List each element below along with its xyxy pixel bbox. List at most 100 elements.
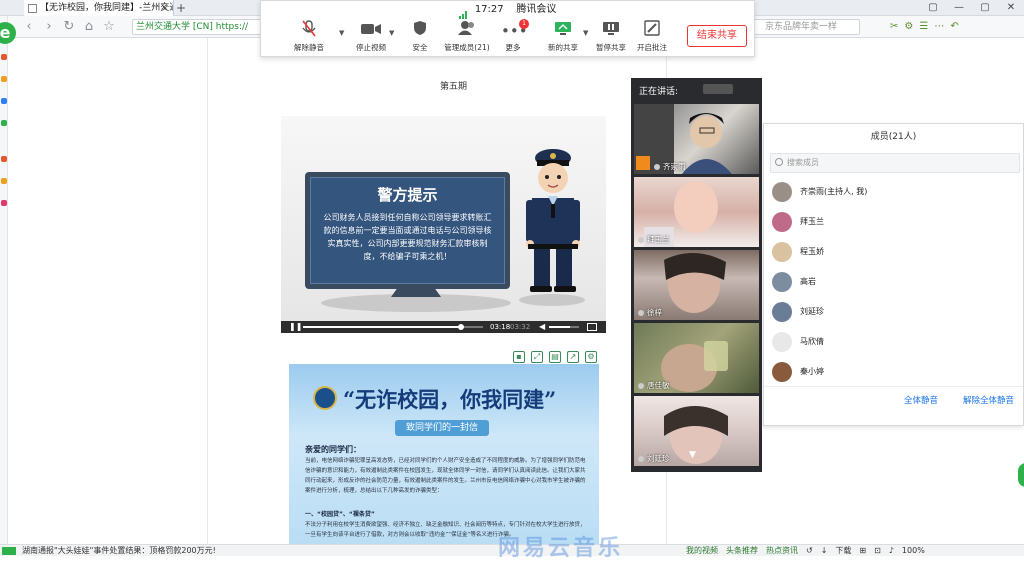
window-maximize-icon[interactable]: ▢ (972, 0, 998, 16)
download-icon[interactable]: ↓ (821, 545, 828, 557)
zoom-level[interactable]: 100% (902, 545, 925, 557)
tab-close-icon[interactable]: × (160, 0, 168, 16)
avatar (772, 362, 792, 382)
annotate-icon (635, 20, 669, 42)
mute-all-button[interactable]: 全体静音 (904, 394, 938, 406)
app-icon[interactable] (1, 120, 7, 126)
progress-slider[interactable] (303, 324, 483, 330)
grid-icon[interactable]: ⊞ (859, 545, 866, 557)
window-controls: ▢ — ▢ ✕ (920, 0, 1024, 16)
progress-knob[interactable] (458, 324, 465, 330)
hot-news-link[interactable]: 热点资讯 (766, 545, 798, 557)
download-link[interactable]: 下载 (835, 545, 851, 557)
video-text: 公司财务人员接到任何自称公司领导要求转账汇款的信息前一定要当面或通过电话与公司领… (323, 213, 492, 261)
volume-icon[interactable]: ◀ (539, 322, 545, 332)
manage-members-label: 管理成员(21) (444, 43, 490, 52)
refresh-icon[interactable]: ↺ (806, 545, 813, 557)
floating-widget[interactable] (1018, 463, 1024, 487)
search-field[interactable]: 京东品牌年卖一样 (750, 19, 860, 35)
fullscreen-icon[interactable] (587, 323, 597, 331)
total-time: 03:32 (510, 323, 531, 331)
participant-name: 徐梓 (638, 307, 662, 318)
more-icon[interactable]: ⋯ (934, 19, 944, 35)
bookmark-icon[interactable]: ▪ (513, 351, 525, 363)
pause-share-button[interactable]: 暂停共享 (594, 20, 628, 56)
app-icon[interactable] (1, 156, 7, 162)
menu-icon[interactable]: ☰ (919, 19, 928, 35)
meeting-header: 17:27 腾讯会议 (261, 1, 754, 19)
app-icon[interactable] (1, 76, 7, 82)
participant-video-panel: 正在讲话: 齐崇雨 拜玉兰 徐梓 唐佳敏 刘延珍 ▼ (631, 78, 762, 472)
member-search-input[interactable]: 搜索成员 (770, 153, 1020, 173)
chevron-down-icon[interactable]: ▼ (583, 29, 588, 37)
avatar (772, 182, 792, 202)
undo-icon[interactable]: ↶ (950, 19, 958, 35)
scissors-icon[interactable]: ✂ (890, 19, 898, 35)
participant-name: 唐佳敏 (638, 380, 670, 391)
settings-icon[interactable]: ⚙ (585, 351, 597, 363)
url-field[interactable]: 兰州交通大学 [CN] https:// (132, 19, 262, 35)
browser-logo[interactable]: e (0, 22, 16, 44)
scroll-down-icon[interactable]: ▼ (689, 450, 696, 460)
member-row[interactable]: 刘延珍 (772, 302, 1012, 324)
participant-video[interactable]: 徐梓 (634, 250, 759, 320)
member-name: 拜玉兰 (800, 217, 824, 226)
stop-video-button[interactable]: 停止视频 (351, 20, 391, 56)
member-row[interactable]: 马欣倩 (772, 332, 1012, 354)
annotate-button[interactable]: 开启批注 (635, 20, 669, 56)
manage-members-button[interactable]: 管理成员(21) (444, 20, 490, 56)
stop-video-label: 停止视频 (356, 43, 386, 52)
mic-icon (654, 164, 660, 170)
app-icon[interactable] (1, 200, 7, 206)
mic-icon (638, 456, 644, 462)
app-icon[interactable] (1, 98, 7, 104)
news-ticker[interactable]: 湖南通报"大头娃娃"事件处置结果：顶格罚款200万元! (22, 545, 216, 557)
my-video-link[interactable]: 我的视频 (686, 545, 718, 557)
member-row[interactable]: 程玉娇 (772, 242, 1012, 264)
app-icon[interactable] (1, 54, 7, 60)
participant-video[interactable]: 唐佳敏 (634, 323, 759, 393)
member-name: 马欣倩 (800, 337, 824, 346)
end-share-button[interactable]: 结束共享 (687, 25, 747, 47)
divider (764, 386, 1023, 387)
window-minimize-icon[interactable]: — (946, 0, 972, 16)
unmute-all-button[interactable]: 解除全体静音 (963, 394, 1014, 406)
reload-icon[interactable]: ↻ (60, 18, 78, 36)
participant-video[interactable]: 拜玉兰 (634, 177, 759, 247)
security-button[interactable]: 安全 (406, 20, 434, 56)
member-row[interactable]: 拜玉兰 (772, 212, 1012, 234)
unmute-button[interactable]: 解除静音 (289, 20, 329, 56)
volume-slider[interactable] (549, 326, 579, 328)
pause-icon[interactable]: ❚❚ (289, 323, 302, 331)
url-text: https:// (215, 22, 249, 32)
chevron-down-icon[interactable]: ▼ (389, 29, 394, 37)
sound-icon[interactable]: ♪ (889, 545, 894, 557)
participant-video[interactable]: 齐崇雨 (634, 104, 759, 174)
video-player[interactable]: 警方提示 公司财务人员接到任何自称公司领导要求转账汇款的信息前一定要当面或通过电… (281, 116, 606, 333)
window-icon[interactable]: ⊡ (874, 545, 881, 557)
issue-title: 第五期 (440, 82, 468, 92)
forward-icon[interactable]: › (40, 18, 58, 36)
page-icon (28, 4, 37, 13)
headline-link[interactable]: 头条推荐 (726, 545, 758, 557)
member-row[interactable]: 高岩 (772, 272, 1012, 294)
poster-item-heading: 一、“校园贷”、“裸条贷” (305, 511, 375, 518)
browser-tab[interactable]: 【无诈校园，你我同建】-兰州交通 (24, 0, 174, 16)
member-row[interactable]: 秦小婷 (772, 362, 1012, 384)
expand-icon[interactable]: ⤢ (531, 351, 543, 363)
window-restore-icon[interactable]: ▢ (920, 0, 946, 16)
star-icon[interactable]: ☆ (100, 18, 118, 36)
new-share-button[interactable]: 新的共享 (546, 20, 580, 56)
share-icon[interactable]: ↗ (567, 351, 579, 363)
avatar (772, 242, 792, 262)
home-icon[interactable]: ⌂ (80, 18, 98, 36)
app-icon[interactable] (1, 178, 7, 184)
chevron-down-icon[interactable]: ▼ (339, 29, 344, 37)
window-close-icon[interactable]: ✕ (998, 0, 1024, 16)
member-row[interactable]: 齐崇雨(主持人, 我) (772, 182, 1012, 204)
extension-icon[interactable]: ⚙ (904, 19, 913, 35)
save-icon[interactable]: ▤ (549, 351, 561, 363)
participant-video[interactable]: 刘延珍 (634, 396, 759, 466)
back-icon[interactable]: ‹ (20, 18, 38, 36)
new-tab-button[interactable]: + (176, 0, 186, 16)
